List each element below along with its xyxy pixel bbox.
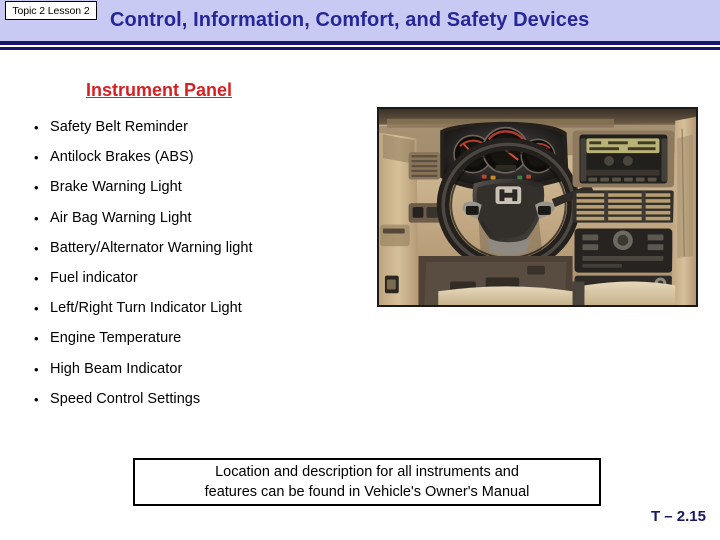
list-item-label: Air Bag Warning Light	[50, 209, 192, 226]
list-item: • Speed Control Settings	[30, 390, 370, 420]
list-item-label: Engine Temperature	[50, 330, 182, 347]
instrument-panel-bullet-list: • Safety Belt Reminder • Antilock Brakes…	[30, 118, 370, 420]
bullet-dot-icon: •	[34, 150, 39, 166]
list-item: • Engine Temperature	[30, 329, 370, 359]
list-item: • Air Bag Warning Light	[30, 209, 370, 239]
page-title: Control, Information, Comfort, and Safet…	[110, 9, 590, 31]
bullet-dot-icon: •	[34, 301, 39, 317]
bullet-dot-icon: •	[34, 210, 39, 226]
list-item: • High Beam Indicator	[30, 360, 370, 390]
list-item: • Left/Right Turn Indicator Light	[30, 299, 370, 329]
list-item-label: Fuel indicator	[50, 269, 138, 286]
header-rule-thin	[0, 47, 720, 50]
bullet-dot-icon: •	[34, 391, 39, 407]
section-subtitle: Instrument Panel	[86, 80, 233, 100]
bullet-dot-icon: •	[34, 240, 39, 256]
list-item: • Fuel indicator	[30, 269, 370, 299]
topic-lesson-label: Topic 2 Lesson 2	[12, 4, 90, 17]
list-item: • Safety Belt Reminder	[30, 118, 370, 148]
list-item: • Battery/Alternator Warning light	[30, 239, 370, 269]
list-item-label: Antilock Brakes (ABS)	[50, 149, 194, 166]
vehicle-instrument-panel-photo	[377, 107, 698, 307]
list-item: • Brake Warning Light	[30, 178, 370, 208]
bullet-dot-icon: •	[34, 120, 39, 135]
bullet-dot-icon: •	[34, 331, 39, 347]
list-item-label: Left/Right Turn Indicator Light	[50, 300, 242, 317]
bullet-dot-icon: •	[34, 361, 39, 377]
bullet-dot-icon: •	[34, 180, 39, 196]
topic-lesson-tab: Topic 2 Lesson 2	[5, 1, 97, 20]
list-item-label: Safety Belt Reminder	[50, 119, 189, 135]
owners-manual-callout: Location and description for all instrum…	[133, 458, 601, 506]
callout-line-2: features can be found in Vehicle's Owner…	[204, 484, 530, 500]
dashboard-illustration	[379, 109, 696, 305]
list-item-label: Brake Warning Light	[50, 179, 182, 196]
list-item-label: Speed Control Settings	[50, 390, 201, 407]
list-item: • Antilock Brakes (ABS)	[30, 148, 370, 178]
list-item-label: Battery/Alternator Warning light	[50, 239, 253, 256]
list-item-label: High Beam Indicator	[50, 360, 183, 377]
slide-code: T – 2.15	[650, 508, 706, 525]
callout-line-1: Location and description for all instrum…	[215, 464, 519, 480]
bullet-dot-icon: •	[34, 270, 39, 286]
